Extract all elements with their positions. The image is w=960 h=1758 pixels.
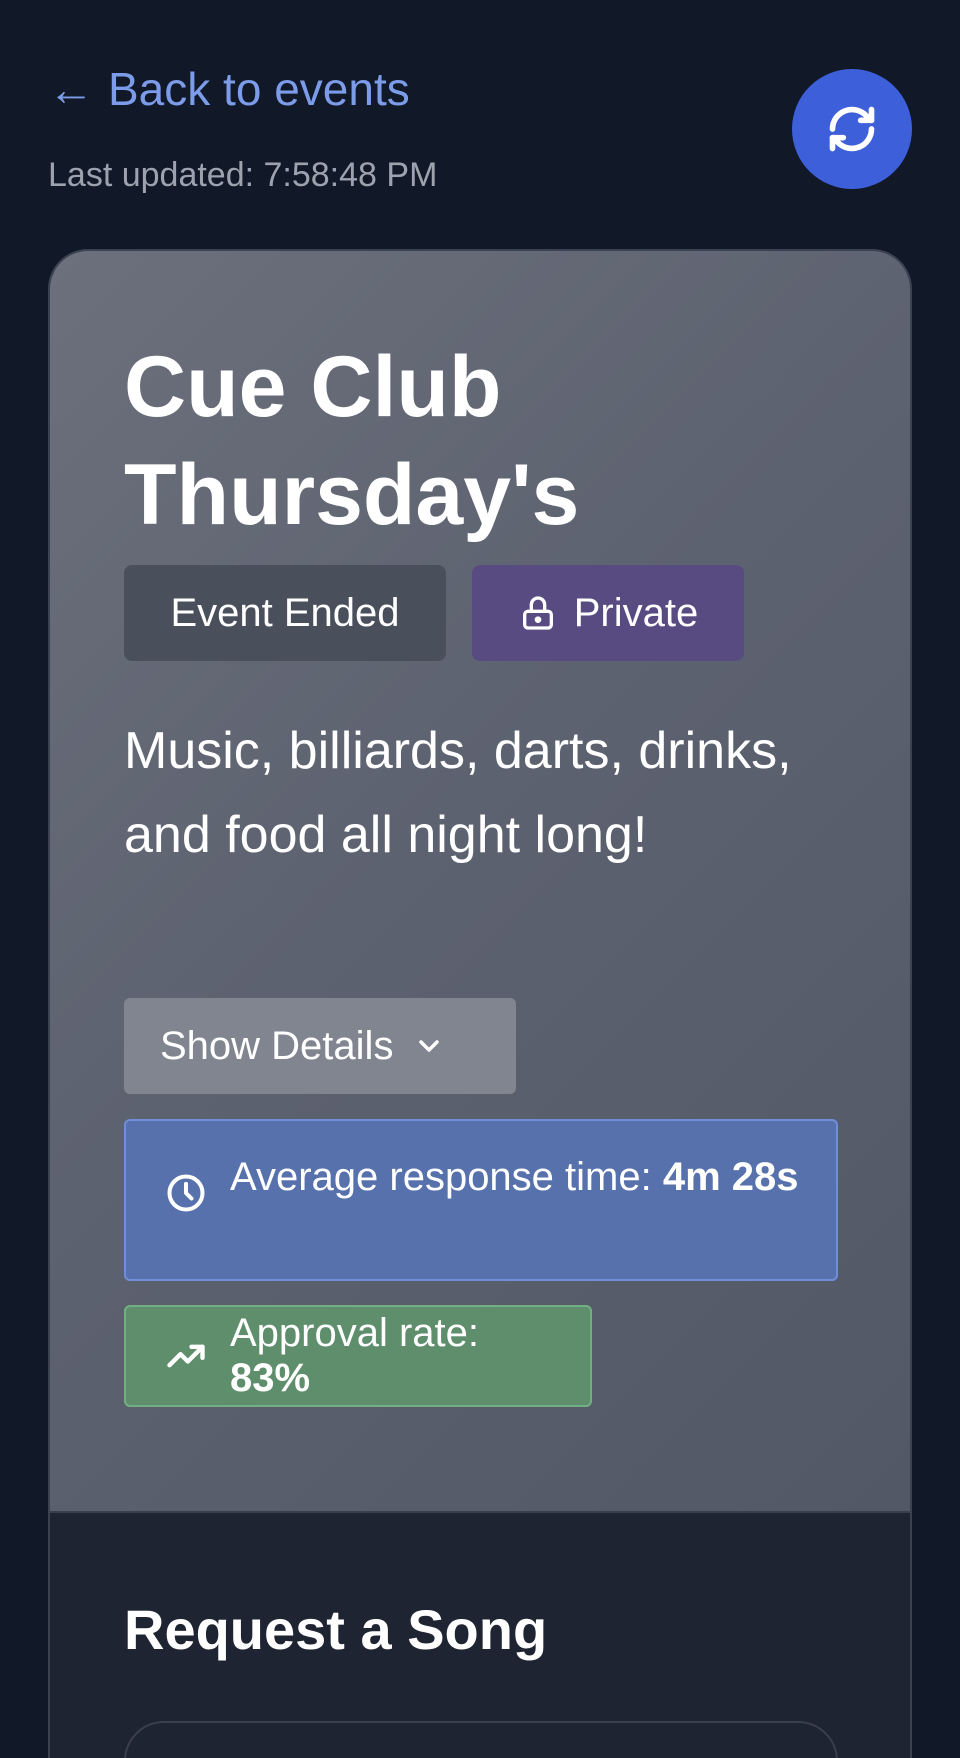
privacy-badge-label: Private	[573, 590, 699, 635]
approval-rate-stat: Approval rate: 83%	[124, 1305, 592, 1407]
chevron-down-icon	[419, 1040, 440, 1052]
event-description: Music, billiards, darts, drinks, and foo…	[124, 722, 792, 864]
status-badge: Event Ended	[124, 565, 446, 661]
event-title: Cue Club Thursday's	[124, 339, 580, 543]
back-link-label: Back to events	[108, 63, 410, 115]
lock-icon	[522, 596, 553, 630]
back-arrow-icon: ←	[48, 63, 94, 115]
back-to-events-link[interactable]: ← Back to events	[48, 64, 410, 115]
page: ← Back to events Last updated: 7:58:48 P…	[0, 0, 960, 1758]
event-summary-panel: Cue Club Thursday's Event Ended Private …	[50, 251, 910, 1513]
response-time-stat: Average response time: 4m 28s	[124, 1119, 838, 1281]
last-updated-text: Last updated: 7:58:48 PM	[48, 156, 438, 194]
show-details-label: Show Details	[160, 1023, 394, 1068]
show-details-button[interactable]: Show Details	[124, 998, 516, 1094]
song-request-field[interactable]	[124, 1721, 838, 1758]
response-time-text: Average response time: 4m 28s	[230, 1147, 799, 1207]
refresh-button[interactable]	[792, 69, 912, 189]
status-badge-label: Event Ended	[170, 590, 400, 635]
response-time-label: Average response time:	[230, 1155, 663, 1199]
event-card: Cue Club Thursday's Event Ended Private …	[48, 249, 912, 1758]
clock-icon	[167, 1174, 205, 1212]
request-song-title: Request a Song	[124, 1598, 548, 1661]
trending-up-icon	[167, 1344, 205, 1368]
privacy-badge: Private	[472, 565, 744, 661]
refresh-icon	[829, 106, 875, 152]
approval-rate-label: Approval rate:	[230, 1311, 480, 1355]
approval-rate-text: Approval rate: 83%	[230, 1311, 554, 1401]
approval-rate-value: 83%	[230, 1356, 311, 1400]
response-time-value: 4m 28s	[662, 1155, 799, 1199]
